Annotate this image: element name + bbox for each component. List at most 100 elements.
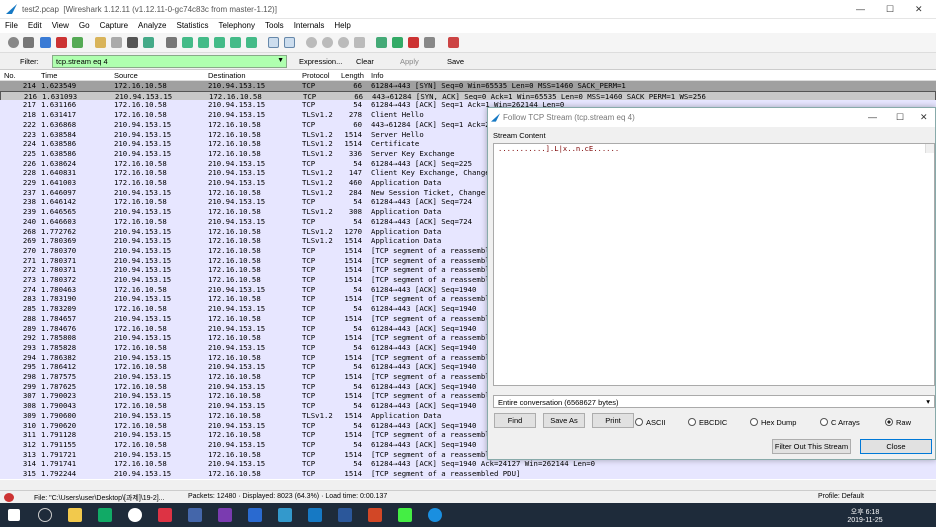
- print-button[interactable]: Print: [592, 413, 634, 428]
- menu-item-help[interactable]: Help: [329, 19, 355, 30]
- reload-icon[interactable]: [143, 37, 154, 48]
- file-explorer-icon[interactable]: [68, 508, 82, 522]
- packet-row[interactable]: 315 1.792244 210.94.153.15 172.16.10.58 TCP 1…: [0, 469, 936, 479]
- close-file-icon[interactable]: [127, 37, 138, 48]
- column-header-time[interactable]: Time: [41, 71, 57, 80]
- menu-item-go[interactable]: Go: [74, 19, 95, 30]
- menu-item-view[interactable]: View: [47, 19, 74, 30]
- close-window-button[interactable]: ✕: [915, 4, 923, 15]
- filter-out-stream-button[interactable]: Filter Out This Stream: [772, 439, 851, 454]
- save-filter-button[interactable]: Save: [447, 57, 464, 66]
- app-icon[interactable]: [248, 508, 262, 522]
- restart-capture-icon[interactable]: [72, 37, 83, 48]
- column-header-destination[interactable]: Destination: [208, 71, 246, 80]
- help-icon[interactable]: [448, 37, 459, 48]
- coloring-rules-icon[interactable]: [408, 37, 419, 48]
- mode-ascii-radio[interactable]: ASCII: [635, 418, 666, 427]
- packet-row[interactable]: 214 1.623549 172.16.10.58 210.94.153.15 TCP 6…: [0, 81, 936, 91]
- word-icon[interactable]: [338, 508, 352, 522]
- zoom-normal-icon[interactable]: [338, 37, 349, 48]
- save-as-button[interactable]: Save As: [543, 413, 585, 428]
- stream-scrollbar[interactable]: [925, 144, 934, 154]
- packet-row[interactable]: 216 1.631093 210.94.153.15 172.16.10.58 TCP 6…: [0, 90, 936, 101]
- chevron-down-icon[interactable]: ▼: [277, 57, 284, 64]
- dialog-minimize-button[interactable]: —: [868, 112, 877, 122]
- maximize-button[interactable]: ☐: [886, 4, 894, 15]
- preferences-icon[interactable]: [424, 37, 435, 48]
- column-header-length[interactable]: Length: [341, 71, 364, 80]
- visual-studio-icon[interactable]: [218, 508, 232, 522]
- packet-row[interactable]: 314 1.791741 172.16.10.58 210.94.153.15 TCP 5…: [0, 459, 936, 470]
- go-back-icon[interactable]: [182, 37, 193, 48]
- mode-carrays-radio[interactable]: C Arrays: [820, 418, 860, 427]
- find-packet-icon[interactable]: [166, 37, 177, 48]
- autoscroll-icon[interactable]: [284, 37, 295, 48]
- status-profile[interactable]: Profile: Default: [818, 493, 864, 500]
- options-icon[interactable]: [23, 37, 34, 48]
- stop-capture-icon[interactable]: [56, 37, 67, 48]
- dialog-close-icon[interactable]: ✕: [920, 112, 928, 123]
- capture-filters-icon[interactable]: [376, 37, 387, 48]
- packet-cell: 299: [22, 381, 36, 391]
- packet-cell: Application Data: [371, 226, 442, 236]
- dialog-maximize-button[interactable]: ☐: [896, 112, 904, 123]
- conversation-select[interactable]: Entire conversation (6568627 bytes) ▾: [493, 395, 935, 408]
- chrome-icon[interactable]: [128, 508, 142, 522]
- stream-content-text[interactable]: ...........].L|x..n.cE...........?.Y..,.…: [493, 143, 935, 386]
- resize-columns-icon[interactable]: [354, 37, 365, 48]
- title-bar: test2.pcap [Wireshark 1.12.11 (v1.12.11-…: [0, 0, 936, 19]
- menu-item-telephony[interactable]: Telephony: [214, 19, 260, 30]
- minimize-button[interactable]: —: [856, 4, 865, 14]
- packet-cell: 1.646565: [41, 207, 77, 217]
- menu-item-edit[interactable]: Edit: [23, 19, 47, 30]
- menu-item-internals[interactable]: Internals: [289, 19, 330, 30]
- go-to-packet-icon[interactable]: [214, 37, 225, 48]
- menu-item-tools[interactable]: Tools: [260, 19, 289, 30]
- start-capture-icon[interactable]: [40, 37, 51, 48]
- mode-raw-radio[interactable]: Raw: [885, 418, 911, 427]
- menu-item-analyze[interactable]: Analyze: [133, 19, 171, 30]
- app-globe-icon[interactable]: [278, 508, 292, 522]
- column-header-protocol[interactable]: Protocol: [302, 71, 330, 80]
- edge-icon[interactable]: [428, 508, 442, 522]
- wireshark-taskbar-icon[interactable]: [308, 508, 322, 522]
- zoom-in-icon[interactable]: [306, 37, 317, 48]
- packet-cell: 172.16.10.58: [114, 459, 167, 469]
- menu-item-file[interactable]: File: [0, 19, 23, 30]
- display-filter-input[interactable]: tcp.stream eq 4 ▼: [52, 55, 287, 68]
- clear-button[interactable]: Clear: [356, 57, 374, 66]
- app-red-icon[interactable]: [158, 508, 172, 522]
- taskbar-clock[interactable]: 오후 6:18 2019-11-25: [840, 507, 890, 524]
- close-button[interactable]: Close: [860, 439, 932, 454]
- go-first-icon[interactable]: [230, 37, 241, 48]
- open-file-icon[interactable]: [95, 37, 106, 48]
- go-last-icon[interactable]: [246, 37, 257, 48]
- column-header-source[interactable]: Source: [114, 71, 138, 80]
- save-file-icon[interactable]: [111, 37, 122, 48]
- expression-button[interactable]: Expression...: [299, 57, 342, 66]
- zoom-out-icon[interactable]: [322, 37, 333, 48]
- chevron-down-icon[interactable]: ▾: [926, 397, 930, 406]
- packet-cell: 54: [353, 100, 362, 110]
- colorize-icon[interactable]: [268, 37, 279, 48]
- display-filters-icon[interactable]: [392, 37, 403, 48]
- apply-button[interactable]: Apply: [400, 57, 419, 66]
- interfaces-icon[interactable]: [8, 37, 19, 48]
- menu-item-statistics[interactable]: Statistics: [172, 19, 214, 30]
- column-header-no[interactable]: No.: [4, 71, 16, 80]
- search-icon[interactable]: [38, 508, 52, 522]
- start-icon[interactable]: [8, 509, 20, 521]
- packet-cell: 210.94.153.15: [114, 245, 172, 255]
- go-forward-icon[interactable]: [198, 37, 209, 48]
- spreadsheet-app-icon[interactable]: [98, 508, 112, 522]
- app-green-icon[interactable]: [398, 508, 412, 522]
- app-blue-icon[interactable]: [188, 508, 202, 522]
- column-header-info[interactable]: Info: [371, 71, 384, 80]
- mode-ebcdic-radio[interactable]: EBCDIC: [688, 418, 727, 427]
- mode-hexdump-radio[interactable]: Hex Dump: [750, 418, 796, 427]
- packet-cell: Server Key Exchange: [371, 148, 455, 158]
- menu-item-capture[interactable]: Capture: [95, 19, 133, 30]
- powerpoint-icon[interactable]: [368, 508, 382, 522]
- expert-info-icon[interactable]: [4, 493, 14, 502]
- find-button[interactable]: Find: [494, 413, 536, 428]
